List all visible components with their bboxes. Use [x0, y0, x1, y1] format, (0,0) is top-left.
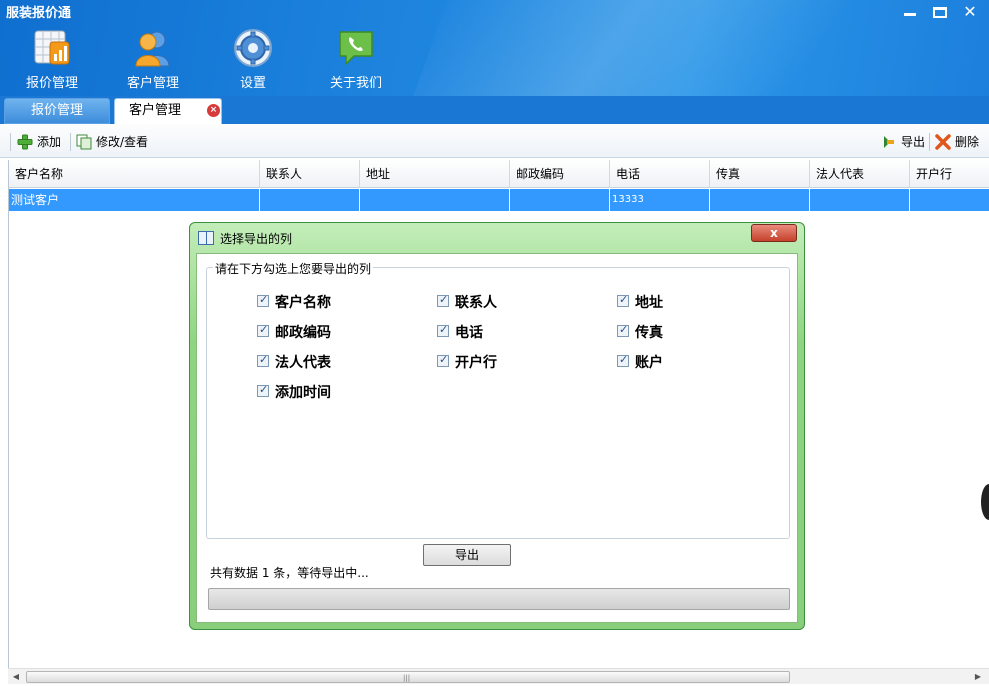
- delete-x-icon: [935, 134, 951, 150]
- export-arrow-icon: [884, 136, 894, 148]
- tab-bar: 报价管理 客户管理 ×: [0, 96, 989, 124]
- checkbox-icon: [437, 353, 449, 367]
- nav-settings[interactable]: 设置: [218, 28, 288, 91]
- checkbox-icon: [257, 353, 269, 367]
- book-icon: [198, 231, 214, 245]
- table-row[interactable]: 测试客户 13333: [9, 189, 989, 211]
- close-button[interactable]: ✕: [958, 2, 982, 22]
- column-group: 请在下方勾选上您要导出的列 客户名称 联系人 地址 邮政编码 电话 传真 法人代…: [206, 260, 790, 539]
- column-header[interactable]: 联系人: [260, 160, 360, 188]
- delete-button[interactable]: 删除: [935, 133, 979, 151]
- table-cell: [510, 189, 610, 211]
- export-progress-bar: [208, 588, 790, 610]
- checkbox-label: 传真: [635, 325, 663, 341]
- app-header: 服装报价通 ✕ 报价管理 客户管理 设置 关于我们: [0, 0, 989, 96]
- table-cell: [910, 189, 989, 211]
- checkbox-label: 开户行: [455, 355, 497, 371]
- checkbox-icon: [617, 323, 629, 337]
- column-header[interactable]: 邮政编码: [510, 160, 610, 188]
- grid-header: 客户名称 联系人 地址 邮政编码 电话 传真 法人代表 开户行: [9, 160, 989, 188]
- checkbox-label: 添加时间: [275, 385, 331, 401]
- nav-label: 报价管理: [25, 76, 78, 91]
- checkbox-label: 邮政编码: [275, 325, 331, 341]
- status-prefix: 共有数据 1 条: [210, 566, 286, 580]
- add-label: 添加: [37, 135, 62, 149]
- minimize-button[interactable]: [898, 2, 922, 22]
- column-header[interactable]: 地址: [360, 160, 510, 188]
- edit-view-label: 修改/查看: [96, 135, 149, 149]
- horizontal-scrollbar[interactable]: ◀ ||| ▶: [8, 668, 989, 684]
- copy-icon: [76, 134, 92, 150]
- checkbox-label: 地址: [635, 295, 663, 311]
- column-header[interactable]: 客户名称: [9, 160, 260, 188]
- tab-close-icon[interactable]: ×: [207, 104, 220, 117]
- close-icon: ✕: [963, 2, 977, 21]
- toolbar-separator: [10, 133, 11, 151]
- nav-customer-management[interactable]: 客户管理: [118, 28, 188, 91]
- scroll-left-icon[interactable]: ◀: [8, 669, 24, 685]
- checkbox-label: 电话: [455, 325, 483, 341]
- dialog-close-button[interactable]: x: [751, 224, 797, 242]
- chart-grid-icon: [34, 30, 70, 65]
- scroll-thumb[interactable]: |||: [26, 671, 790, 683]
- checkbox-label: 客户名称: [275, 295, 331, 311]
- table-cell: 测试客户: [9, 189, 260, 211]
- checkbox-icon: [257, 293, 269, 307]
- checkbox-icon: [437, 293, 449, 307]
- app-title: 服装报价通: [6, 6, 72, 21]
- group-legend: 请在下方勾选上您要导出的列: [213, 260, 374, 277]
- checkbox-label: 账户: [635, 355, 663, 371]
- maximize-icon: [933, 7, 947, 18]
- checkbox-icon: [257, 323, 269, 337]
- status-suffix: ，等待导出中...: [285, 566, 369, 580]
- table-cell: [260, 189, 360, 211]
- users-icon: [135, 31, 170, 67]
- export-button[interactable]: 导出: [881, 133, 925, 151]
- plus-icon: [17, 134, 33, 150]
- checkbox-icon: [437, 323, 449, 337]
- checkbox-label: 联系人: [455, 295, 497, 311]
- checkbox-icon: [617, 293, 629, 307]
- tab-quote-management[interactable]: 报价管理: [4, 98, 110, 124]
- export-columns-dialog: 选择导出的列 x 请在下方勾选上您要导出的列 客户名称 联系人 地址 邮政编码 …: [189, 222, 805, 630]
- maximize-button[interactable]: [928, 2, 952, 22]
- scroll-right-icon[interactable]: ▶: [970, 669, 986, 685]
- phone-chat-icon: [339, 31, 373, 65]
- table-cell: [360, 189, 510, 211]
- checkbox-icon: [257, 383, 269, 397]
- header-sheen: [397, 0, 923, 96]
- column-header[interactable]: 开户行: [910, 160, 989, 188]
- add-button[interactable]: 添加: [17, 133, 61, 151]
- export-status: 共有数据 1 条，等待导出中...: [210, 564, 369, 581]
- nav-about-us[interactable]: 关于我们: [321, 28, 391, 91]
- tab-label: 客户管理: [129, 103, 182, 118]
- dialog-export-button[interactable]: 导出: [423, 544, 511, 566]
- toolbar-separator: [70, 133, 71, 151]
- table-cell: 13333: [610, 189, 710, 211]
- nav-label: 设置: [239, 76, 266, 91]
- toolbar: 添加 修改/查看 导出 删除: [0, 124, 989, 158]
- table-cell: [710, 189, 810, 211]
- dialog-body: 请在下方勾选上您要导出的列 客户名称 联系人 地址 邮政编码 电话 传真 法人代…: [196, 253, 798, 623]
- export-label: 导出: [901, 135, 926, 149]
- checkbox-label: 法人代表: [275, 355, 331, 371]
- nav-label: 客户管理: [126, 76, 179, 91]
- tab-customer-management[interactable]: 客户管理 ×: [114, 98, 222, 124]
- column-header[interactable]: 电话: [610, 160, 710, 188]
- nav-quote-management[interactable]: 报价管理: [17, 28, 87, 91]
- minimize-icon: [904, 13, 916, 16]
- table-cell: [810, 189, 910, 211]
- nav-label: 关于我们: [329, 76, 382, 91]
- toolbar-separator: [929, 133, 930, 151]
- grip-icon: |||: [403, 674, 411, 682]
- column-header[interactable]: 传真: [710, 160, 810, 188]
- delete-label: 删除: [955, 135, 980, 149]
- column-header[interactable]: 法人代表: [810, 160, 910, 188]
- edit-view-button[interactable]: 修改/查看: [76, 133, 148, 151]
- checkbox-icon: [617, 353, 629, 367]
- gear-icon: [234, 29, 272, 67]
- dialog-title: 选择导出的列: [220, 232, 293, 246]
